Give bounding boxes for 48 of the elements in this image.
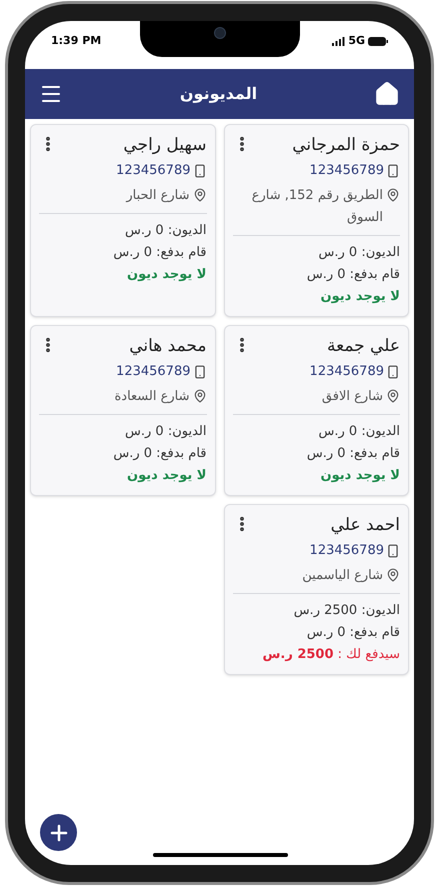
phone-icon [386,544,400,558]
signal-icon [332,36,346,46]
phone-number[interactable]: 123456789 [116,362,190,382]
location-icon [192,188,206,202]
debt-amount: الديون: 2500 ر.س [292,602,400,620]
page-title: المديونون [180,83,258,105]
debt-amount: الديون: 0 ر.س [318,423,400,441]
debt-status: لا يوجد ديون [126,266,206,284]
battery-icon [368,36,388,46]
phone-number[interactable]: 123456789 [310,161,384,181]
location-icon [386,188,400,202]
paid-amount: قام بدفع: 0 ر.س [306,266,400,284]
location-icon [386,389,400,403]
customer-name: سهيل راجي [123,134,206,157]
address: شارع الافق [322,388,383,406]
home-icon[interactable] [374,81,400,107]
debt-status: لا يوجد ديون [126,467,206,485]
status-time: 1:39 PM [51,33,102,49]
phone-icon [386,365,400,379]
phone-icon [192,164,206,178]
paid-amount: قام بدفع: 0 ر.س [306,445,400,463]
address: الطريق رقم 152, شارع السوق [250,187,383,227]
phone-icon [192,365,206,379]
customer-name: علي جمعة [327,335,400,358]
debt-status: سيدفع لك : 2500 ر.س [261,646,400,664]
phone-number[interactable]: 123456789 [116,161,190,181]
debt-amount: الديون: 0 ر.س [124,423,206,441]
debt-status: لا يوجد ديون [320,467,400,485]
address: شارع الحبار [126,187,190,205]
paid-amount: قام بدفع: 0 ر.س [306,624,400,642]
customer-name: احمد علي [330,514,400,537]
address: شارع الياسمين [302,567,383,585]
location-icon [192,389,206,403]
debt-amount: الديون: 0 ر.س [124,222,206,240]
add-button[interactable] [40,814,77,851]
debt-amount: الديون: 0 ر.س [318,244,400,262]
paid-amount: قام بدفع: 0 ر.س [112,244,206,262]
customer-name: حمزة المرجاني [292,134,400,157]
location-icon [386,568,400,582]
phone-icon [386,164,400,178]
camera-icon [214,27,226,39]
customer-name: محمد هاني [129,335,206,358]
address: شارع السعادة [114,388,190,406]
debt-status: لا يوجد ديون [320,288,400,306]
network-label: 5G [348,33,365,49]
phone-number[interactable]: 123456789 [310,541,384,561]
phone-number[interactable]: 123456789 [310,362,384,382]
paid-amount: قام بدفع: 0 ر.س [112,445,206,463]
